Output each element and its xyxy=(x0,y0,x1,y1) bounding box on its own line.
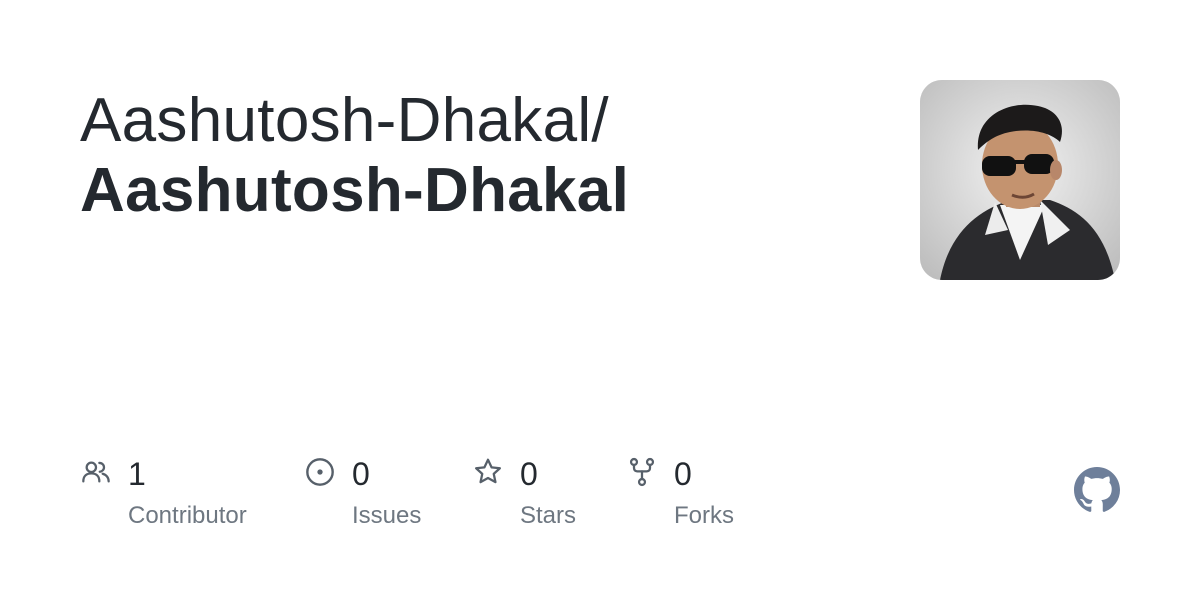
star-icon xyxy=(475,458,501,484)
repo-forked-icon xyxy=(629,457,655,487)
github-mark-icon[interactable] xyxy=(1074,467,1120,513)
repo-social-card: Aashutosh-Dhakal/ Aashutosh-Dhakal 1 Con… xyxy=(0,0,1200,600)
forks-count: 0 xyxy=(674,456,692,492)
issues-count: 0 xyxy=(352,456,370,492)
stars-count: 0 xyxy=(520,456,538,492)
forks-label: Forks xyxy=(674,502,734,529)
profile-photo-avatar xyxy=(920,80,1120,280)
repo-name-link[interactable]: Aashutosh-Dhakal xyxy=(80,156,880,226)
issues-label: Issues xyxy=(352,502,422,529)
owner-avatar[interactable] xyxy=(920,80,1120,280)
stars-label: Stars xyxy=(520,502,577,529)
issue-opened-icon xyxy=(306,458,334,486)
repo-title: Aashutosh-Dhakal/ Aashutosh-Dhakal xyxy=(80,86,880,226)
repo-owner-link[interactable]: Aashutosh-Dhakal/ xyxy=(80,86,880,156)
contributors-label: Contributor xyxy=(128,502,247,529)
people-icon xyxy=(82,461,110,483)
contributors-count: 1 xyxy=(128,456,146,492)
